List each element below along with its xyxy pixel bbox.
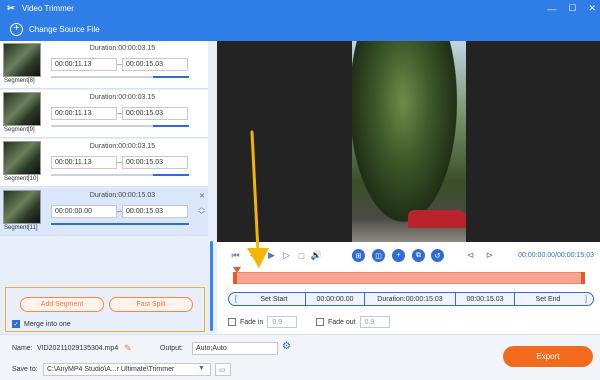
fade-in-checkbox[interactable] [228, 318, 236, 326]
split-icon[interactable]: ⊞ [352, 249, 365, 262]
next-frame-icon[interactable]: ▷ [280, 249, 293, 262]
merge-checkbox[interactable]: ✓ [12, 320, 20, 328]
prev-segment-icon[interactable]: ⊲ [464, 249, 477, 262]
segment-range-bar [51, 174, 189, 176]
settings-gear-icon[interactable]: ⚙ [282, 341, 291, 352]
move-down-icon[interactable]: ﹀ [198, 210, 205, 220]
segment-label: Segment[10] [4, 176, 39, 182]
start-time-field[interactable]: 00:00:00.00 [306, 293, 364, 305]
trim-controls-row: [ Set Start 00:00:00.00 Duration:00:00:1… [228, 292, 594, 306]
segment-item[interactable]: Segment[8] Duration:00:00:03.15 00:00:11… [0, 41, 208, 89]
segment-end-time[interactable]: 00:00:15.03 [122, 58, 188, 71]
end-time-field[interactable]: 00:00:15.03 [456, 293, 514, 305]
segment-range-bar [51, 223, 189, 225]
play-icon[interactable]: ▶ [265, 249, 278, 262]
minimize-icon[interactable]: — [547, 4, 556, 14]
segment-label: Segment[11] [4, 225, 38, 231]
segment-thumbnail [3, 141, 41, 175]
stop-icon[interactable]: □ [295, 249, 308, 262]
video-frame [352, 41, 466, 242]
merge-label: Merge into one [24, 320, 71, 328]
segment-thumbnail [3, 190, 41, 224]
add-circle-icon[interactable]: + [10, 22, 23, 36]
segment-actions-highlight: Add Segment Fast Split ✓ Merge into one [5, 287, 205, 332]
set-start-button[interactable]: Set Start [243, 293, 305, 305]
segment-duration: Duration:00:00:15.03 [89, 192, 156, 199]
time-readout: 00:00:00.00/00:00:15.03 [518, 252, 594, 259]
trim-timeline[interactable] [233, 272, 585, 284]
output-label: Output: [160, 345, 183, 352]
name-label: Name: [12, 345, 33, 352]
output-format-field[interactable]: Auto;Auto [192, 342, 278, 355]
segment-item[interactable]: Segment[9] Duration:00:00:03.15 00:00:11… [0, 90, 208, 138]
segment-start-time[interactable]: 00:00:11.13 [51, 156, 117, 169]
volume-icon[interactable]: 🔊 [310, 249, 323, 262]
fade-out-value[interactable]: 0.9 [359, 316, 390, 328]
segment-duration: Duration:00:00:03.15 [89, 94, 156, 101]
scrollbar[interactable] [210, 241, 213, 331]
segment-label: Segment[8] [4, 78, 35, 84]
delete-segment-icon[interactable]: ✕ [199, 192, 205, 200]
segment-duration: Duration:00:00:03.15 [89, 143, 156, 150]
trim-duration: Duration:00:00:15.03 [377, 295, 443, 303]
fade-out-checkbox[interactable] [316, 318, 324, 326]
save-to-label: Save to: [12, 366, 38, 373]
segment-end-time[interactable]: 00:00:15.03 [122, 156, 188, 169]
segment-end-time[interactable]: 00:00:15.03 [122, 107, 188, 120]
toolbar: + Change Source File [0, 17, 600, 41]
set-end-button[interactable]: Set End [515, 293, 581, 305]
trim-end-handle[interactable] [581, 272, 585, 284]
next-segment-icon[interactable]: ⊳ [483, 249, 496, 262]
segment-range-bar [51, 76, 189, 78]
app-logo-icon: ✂ [7, 3, 15, 13]
edit-name-icon[interactable]: ✎ [124, 343, 132, 354]
fade-out-option[interactable]: Fade out 0.9 [316, 316, 390, 328]
bracket-open-icon: [ [235, 295, 237, 303]
segment-duration: Duration:00:00:03.15 [89, 45, 156, 52]
video-preview [217, 41, 600, 242]
segment-thumbnail [3, 43, 41, 77]
window-title: Video Trimmer [22, 4, 74, 13]
add-icon[interactable]: + [392, 249, 405, 262]
skip-start-icon[interactable]: ⏮ [229, 249, 242, 262]
segment-list-panel: Segment[8] Duration:00:00:03.15 00:00:11… [0, 41, 217, 334]
fade-out-label: Fade out [328, 318, 356, 326]
segment-start-time[interactable]: 00:00:00.00 [51, 205, 117, 218]
add-segment-button[interactable]: Add Segment [20, 297, 104, 312]
title-bar: ✂ Video Trimmer — ☐ ✕ [0, 0, 600, 17]
fade-in-label: Fade in [240, 318, 264, 326]
save-path-field[interactable]: C:\AnyMP4 Studio\A...r Ultimate\Trimmer [43, 363, 211, 376]
close-icon[interactable]: ✕ [588, 3, 596, 14]
rotate-icon[interactable]: ↺ [431, 249, 444, 262]
file-name: VID20211029135304.mp4 [37, 345, 119, 352]
folder-icon[interactable]: ▭ [215, 363, 231, 376]
fast-split-button[interactable]: Fast Split [109, 297, 193, 312]
bracket-close-icon: ] [585, 295, 587, 303]
merge-option[interactable]: ✓ Merge into one [12, 320, 71, 328]
segment-start-time[interactable]: 00:00:11.13 [51, 58, 117, 71]
output-bar: Name: VID20211029135304.mp4 ✎ Output: Au… [0, 334, 600, 380]
maximize-icon[interactable]: ☐ [568, 3, 576, 14]
video-content [408, 210, 466, 228]
trim-start-handle[interactable] [233, 272, 237, 284]
fade-in-value[interactable]: 0.9 [267, 316, 298, 328]
segment-label: Segment[9] [4, 127, 35, 133]
export-button[interactable]: Export [503, 346, 593, 367]
window-controls: — ☐ ✕ [547, 0, 596, 17]
segment-start-time[interactable]: 00:00:11.13 [51, 107, 117, 120]
crop-icon[interactable]: ◫ [372, 249, 385, 262]
fade-in-option[interactable]: Fade in 0.9 [228, 316, 298, 328]
segment-item[interactable]: Segment[10] Duration:00:00:03.15 00:00:1… [0, 139, 208, 187]
segment-end-time[interactable]: 00:00:15.03 [122, 205, 188, 218]
copy-icon[interactable]: ⧉ [412, 249, 425, 262]
segment-thumbnail [3, 92, 41, 126]
change-source-button[interactable]: Change Source File [29, 25, 100, 34]
segment-range-bar [51, 125, 189, 127]
playback-controls: ⏮ ◁ ▶ ▷ □ 🔊 ⊞ ◫ + ⧉ ↺ ⊲ ⊳ 00:00:00.00/00… [217, 242, 600, 270]
path-dropdown-icon[interactable]: ▼ [198, 365, 205, 372]
segment-item-active[interactable]: Segment[11] Duration:00:00:15.03 00:00:0… [0, 188, 208, 236]
frame-back-icon[interactable]: ◁ [247, 249, 260, 262]
